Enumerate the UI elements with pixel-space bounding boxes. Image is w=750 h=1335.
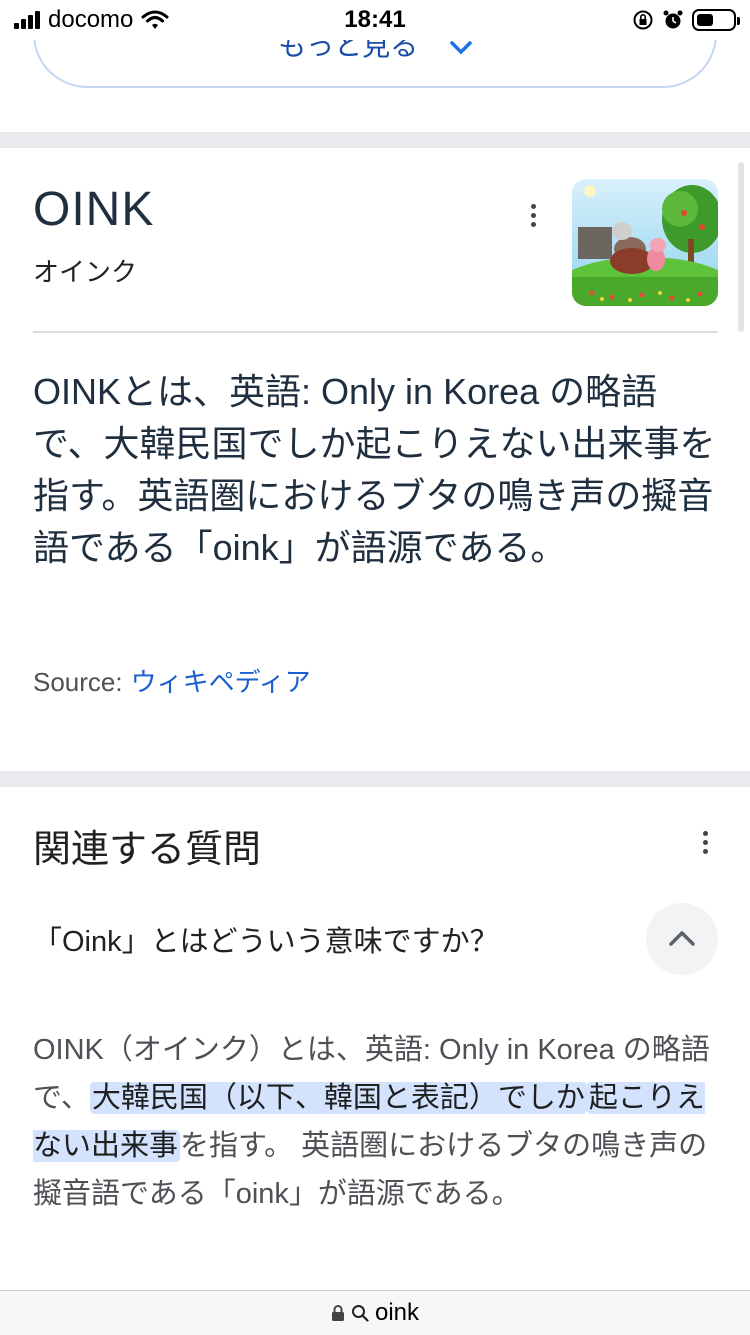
battery-icon — [692, 9, 740, 31]
address-bar[interactable]: oink — [0, 1290, 750, 1335]
related-questions-title: 関連する質問 — [33, 829, 262, 871]
url-query: oink — [374, 1299, 420, 1326]
answer-highlight: 大韓民国（以下、韓国と表記）でしか — [89, 1082, 587, 1114]
status-right — [632, 6, 740, 34]
lock-icon — [331, 1305, 344, 1321]
pig-cartoon-image — [572, 179, 718, 306]
entity-thumbnail[interactable] — [572, 179, 718, 306]
entity-description: OINKとは、英語: Only in Korea の略語で、大韓民国でしか起こり… — [33, 371, 716, 568]
collapse-question-button[interactable] — [646, 903, 718, 975]
chevron-down-icon — [450, 41, 472, 55]
entity-title: OINK — [33, 183, 155, 236]
related-question[interactable]: 「Oink」とはどういう意味ですか？ — [33, 918, 499, 960]
source-line: Source: ウィキペディア — [33, 662, 311, 699]
section-separator — [0, 771, 750, 787]
search-icon — [351, 1305, 369, 1322]
question-answer: OINK（オインク）とは、英語: Only in Korea の略語で、大韓民国… — [33, 1034, 710, 1210]
more-options-icon[interactable] — [531, 204, 537, 227]
chevron-up-icon — [669, 931, 695, 946]
source-label: Source: — [33, 667, 123, 697]
entity-subtitle: オインク — [33, 257, 138, 287]
related-more-options-icon[interactable] — [703, 831, 709, 854]
source-link[interactable]: ウィキペディア — [131, 667, 311, 697]
divider — [33, 331, 718, 333]
alarm-icon — [663, 10, 683, 29]
status-bar: docomo 18:41 — [0, 0, 750, 40]
scrollbar[interactable] — [738, 162, 744, 332]
section-separator — [0, 132, 750, 148]
orientation-lock-icon — [633, 10, 653, 30]
